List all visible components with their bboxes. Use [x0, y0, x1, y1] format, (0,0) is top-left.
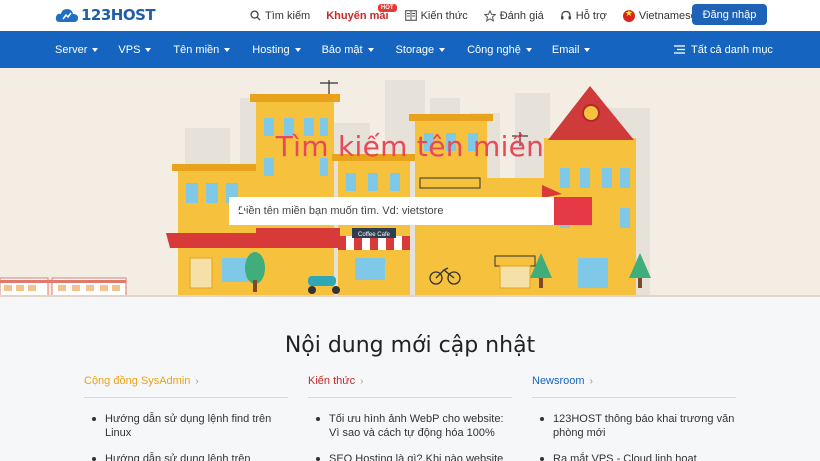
menu-item-label: Server: [55, 43, 88, 56]
menu-item-label: Công nghệ: [467, 43, 521, 56]
topnav-review[interactable]: Đánh giá: [483, 9, 544, 22]
chevron-down-icon: [145, 48, 152, 52]
hot-badge: HOT: [377, 3, 397, 12]
chevron-down-icon: [367, 48, 374, 52]
chevron-right-icon: ›: [360, 375, 364, 387]
menu-item-label: Hosting: [252, 43, 290, 56]
menu-item-label: Bảo mật: [321, 43, 363, 56]
topnav-support-label: Hỗ trợ: [575, 9, 607, 22]
hero-title: Tìm kiếm tên miền: [275, 130, 545, 163]
chevron-down-icon: [584, 48, 591, 52]
cafe-sign: Coffee Cafe: [358, 232, 391, 238]
domain-search-button[interactable]: [230, 197, 592, 225]
menu-item-label: Storage: [395, 43, 435, 56]
latest-content-section: Nội dung mới cập nhật Cộng đồng SysAdmin…: [0, 297, 820, 461]
list-item[interactable]: Tối ưu hình ảnh WebP cho website: Vì sao…: [316, 412, 512, 440]
headset-icon: [560, 10, 571, 19]
menu-lines-icon: [674, 45, 685, 54]
menu-item-storage[interactable]: Storage: [396, 44, 446, 56]
top-bar: 123HOST Tìm kiếm Khuyến mãi HOT Kiến thứ…: [0, 0, 820, 31]
column-heading: Newsroom: [532, 375, 585, 387]
article-list: Tối ưu hình ảnh WebP cho website: Vì sao…: [308, 412, 512, 461]
logo-text: 123HOST: [81, 6, 156, 24]
column-knowledge: Kiến thức › Tối ưu hình ảnh WebP cho web…: [308, 375, 512, 461]
topnav-search[interactable]: Tìm kiếm: [250, 10, 310, 22]
all-categories-button[interactable]: Tất cả danh mục: [674, 31, 773, 68]
chevron-right-icon: ›: [195, 375, 199, 387]
list-item[interactable]: Hướng dẫn sử dụng lệnh trên: [92, 452, 288, 461]
topnav-promo[interactable]: Khuyến mãi HOT: [326, 3, 397, 22]
list-item[interactable]: SEO Hosting là gì? Khi nào website: [316, 452, 512, 461]
hero-banner: Coffee Cafe Tìm kiếm tên miền: [0, 68, 820, 297]
domain-search-form: [229, 197, 592, 225]
search-icon: [250, 10, 261, 21]
city-illustration: Coffee Cafe: [0, 80, 820, 297]
menu-item-domain[interactable]: Tên miền: [173, 43, 231, 56]
topnav-search-label: Tìm kiếm: [265, 9, 311, 22]
column-heading-link[interactable]: Kiến thức ›: [308, 375, 512, 398]
menu-item-vps[interactable]: VPS: [118, 43, 152, 56]
main-menu-bar: Server VPS Tên miền Hosting Bảo mật Stor…: [0, 31, 820, 68]
list-item[interactable]: 123HOST thông báo khai trương văn phòng …: [540, 412, 736, 440]
article-list: Hướng dẫn sử dụng lệnh find trên Linux H…: [84, 412, 288, 461]
star-icon: [483, 9, 496, 22]
menu-item-email[interactable]: Email: [552, 44, 591, 56]
topnav-knowledge-label: Kiến thức: [420, 9, 468, 22]
topnav-review-label: Đánh giá: [499, 9, 544, 22]
menu-item-label: Tên miền: [173, 43, 220, 56]
menu-item-label: Email: [551, 43, 580, 56]
list-item[interactable]: Hướng dẫn sử dụng lệnh find trên Linux: [92, 412, 288, 440]
logo[interactable]: 123HOST: [55, 6, 156, 24]
domain-search-input[interactable]: [229, 197, 554, 225]
login-button[interactable]: Đăng nhập: [692, 4, 767, 25]
article-list: 123HOST thông báo khai trương văn phòng …: [532, 412, 736, 461]
menu-item-technology[interactable]: Công nghệ: [467, 44, 532, 56]
book-icon: [404, 10, 417, 21]
column-heading: Kiến thức: [308, 375, 356, 387]
main-menu: Server VPS Tên miền Hosting Bảo mật Stor…: [55, 31, 591, 68]
vietnam-flag-icon: [622, 9, 635, 22]
column-heading-link[interactable]: Cộng đồng SysAdmin ›: [84, 375, 288, 398]
all-categories-label: Tất cả danh mục: [691, 43, 773, 56]
chevron-down-icon: [439, 48, 446, 52]
chevron-down-icon: [294, 48, 301, 52]
chevron-down-icon: [525, 48, 532, 52]
cloud-logo-icon: [55, 9, 78, 22]
topnav-knowledge[interactable]: Kiến thức: [404, 9, 468, 22]
language-label: Vietnamese: [638, 9, 697, 22]
column-heading-link[interactable]: Newsroom ›: [532, 375, 736, 398]
menu-item-label: VPS: [118, 43, 141, 56]
section-title: Nội dung mới cập nhật: [284, 333, 536, 358]
search-icon: [230, 198, 249, 217]
top-nav: Tìm kiếm Khuyến mãi HOT Kiến thức Đánh g…: [250, 0, 707, 31]
list-item[interactable]: Ra mắt VPS - Cloud linh hoạt: [540, 452, 736, 461]
chevron-right-icon: ›: [589, 375, 593, 387]
topnav-support[interactable]: Hỗ trợ: [560, 10, 607, 22]
column-sysadmin: Cộng đồng SysAdmin › Hướng dẫn sử dụng l…: [84, 375, 288, 461]
chevron-down-icon: [224, 48, 231, 52]
menu-item-hosting[interactable]: Hosting: [252, 43, 301, 56]
column-heading: Cộng đồng SysAdmin: [84, 375, 191, 387]
chevron-down-icon: [92, 48, 99, 52]
column-newsroom: Newsroom › 123HOST thông báo khai trương…: [532, 375, 736, 461]
menu-item-server[interactable]: Server: [55, 43, 99, 56]
menu-item-security[interactable]: Bảo mật: [322, 44, 374, 56]
